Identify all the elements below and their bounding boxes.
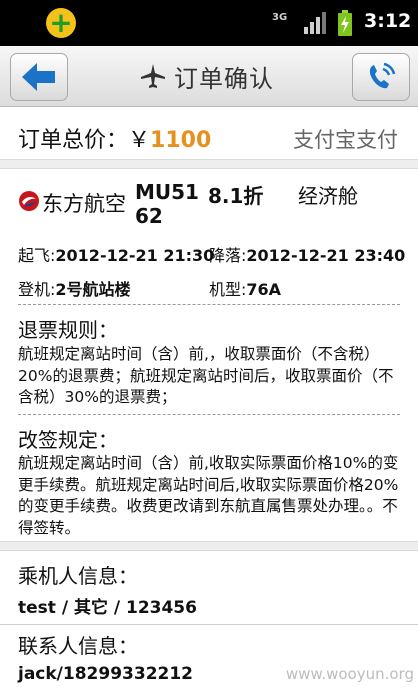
currency-symbol: ￥: [128, 128, 151, 153]
signal-icon: [304, 12, 326, 34]
divider: [18, 304, 400, 305]
section-divider: [0, 159, 418, 169]
arrival-time: 2012-12-21 23:40: [246, 246, 406, 265]
change-text: 航班规定离站时间（含）前,收取实际票面价格10%的变更手续费。航班规定离站时间后…: [18, 454, 399, 537]
aircraft-type: 76A: [246, 280, 282, 299]
refund-text: 航班规定离站时间（含）前,，收取票面价（不含税）20%的退票费；航班规定离站时间…: [18, 345, 394, 406]
china-eastern-logo-icon: [19, 191, 39, 211]
title-bar: 订单确认: [0, 46, 418, 107]
boarding-info: 登机:2号航站楼: [18, 276, 131, 300]
app-notification-icon: +: [46, 8, 76, 38]
divider: [0, 624, 418, 625]
divider: [18, 414, 400, 415]
call-button[interactable]: [352, 53, 410, 101]
phone-icon: [369, 62, 396, 89]
clock: 3:12: [364, 10, 412, 32]
cabin-class: 经济舱: [298, 184, 358, 208]
airline-name: 东方航空: [42, 192, 126, 216]
section-divider: [0, 541, 418, 551]
network-type-indicator: 3G: [272, 12, 288, 23]
contact-title: 联系人信息：: [18, 634, 138, 658]
boarding-terminal: 2号航站楼: [55, 280, 131, 299]
passenger-title: 乘机人信息：: [18, 564, 138, 588]
arrival-info: 降落:2012-12-21 23:40: [209, 242, 405, 266]
aircraft-info: 机型:76A: [209, 276, 281, 300]
back-arrow-icon: [22, 63, 55, 91]
departure-label: 起飞:: [18, 246, 56, 265]
payment-method[interactable]: 支付宝支付: [293, 124, 398, 154]
contact-info: jack/18299332212: [18, 664, 194, 684]
boarding-label: 登机:: [18, 280, 56, 299]
change-title: 改签规定：: [18, 428, 118, 452]
airplane-icon: [141, 64, 165, 88]
order-total-label: 订单总价：: [18, 128, 129, 153]
back-button[interactable]: [10, 53, 68, 101]
discount: 8.1折: [208, 184, 264, 208]
flight-number-line2: 62: [135, 204, 163, 228]
departure-time: 2012-12-21 21:30: [55, 246, 215, 265]
status-bar: + 3G 3:12: [0, 0, 418, 46]
aircraft-label: 机型:: [209, 280, 247, 299]
watermark: www.wooyun.org: [285, 665, 414, 683]
page-title: 订单确认: [174, 64, 274, 93]
arrival-label: 降落:: [209, 246, 247, 265]
departure-info: 起飞:2012-12-21 21:30: [18, 242, 214, 266]
flight-number-line1: MU51: [135, 180, 199, 204]
order-total-amount: 1100: [150, 128, 212, 153]
refund-title: 退票规则：: [18, 318, 118, 342]
flight-number: MU51 62: [135, 180, 199, 228]
passenger-info: test / 其它 / 123456: [18, 598, 197, 618]
battery-charging-icon: [338, 10, 352, 36]
order-total: 订单总价：￥1100: [18, 122, 211, 154]
